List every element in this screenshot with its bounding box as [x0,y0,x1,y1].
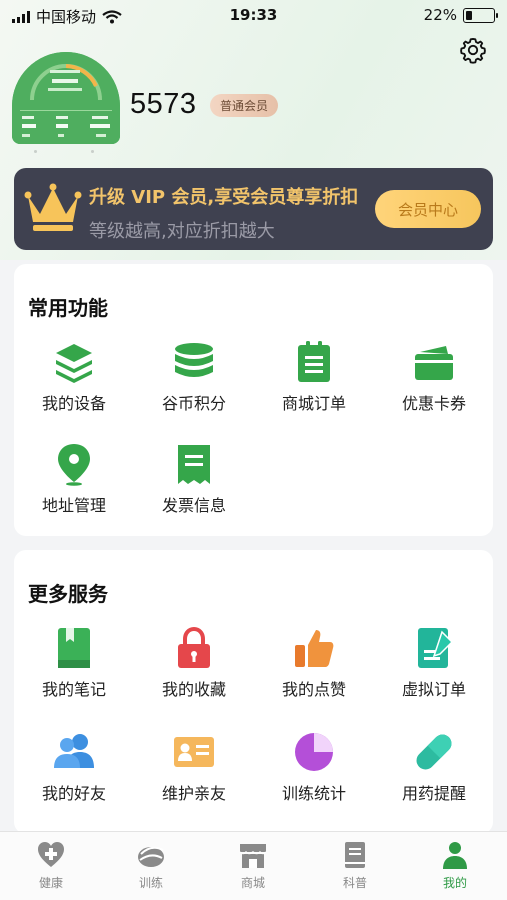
person-icon [443,842,467,869]
location-pin-icon [58,444,90,486]
tab-label: 商城 [240,876,265,890]
clipboard-icon [298,341,330,382]
grid-item-label: 谷币积分 [161,394,226,413]
thumbs-up-icon [295,630,334,667]
grid-item-label: 我的设备 [41,394,106,413]
vip-subtitle: 等级越高,对应折扣越大 [89,221,275,242]
grid-item-my-friends[interactable]: 我的好友 [14,730,134,804]
grid-item-label: 优惠卡券 [401,394,466,413]
tab-science[interactable]: 科普 [320,840,390,891]
tab-training[interactable]: 训练 [116,840,186,891]
status-bar: 中国移动 19:33 22% [0,0,507,30]
pie-chart-icon [295,733,333,771]
grid-item-label: 我的笔记 [41,680,106,699]
grid-item-my-likes[interactable]: 我的点赞 [254,626,374,700]
friends-icon [54,734,94,768]
grid-item-label: 维护亲友 [161,784,226,803]
grid-item-mall-orders[interactable]: 商城订单 [254,340,374,414]
more-services-title: 更多服务 [28,582,108,606]
lock-icon [178,626,210,668]
grid-item-my-favorites[interactable]: 我的收藏 [134,626,254,700]
grid-item-my-notes[interactable]: 我的笔记 [14,626,134,700]
username: 5573 [130,88,197,120]
grid-item-invoice-info[interactable]: 发票信息 [134,442,254,516]
grid-item-label: 我的点赞 [281,680,346,699]
common-functions-card: 常用功能 我的设备 谷币积分 商城订单 优惠卡券 地址管理 发票信息 [14,264,493,536]
grid-item-label: 虚拟订单 [401,680,466,699]
crown-icon [24,183,82,231]
vip-banner[interactable]: 升级 VIP 会员,享受会员尊享折扣 等级越高,对应折扣越大 会员中心 [14,168,493,250]
grid-item-coin-points[interactable]: 谷币积分 [134,340,254,414]
more-services-card: 更多服务 我的笔记 我的收藏 我的点赞 虚拟订单 我的好友 维护亲友 训练统计 … [14,550,493,834]
tab-mine[interactable]: 我的 [420,840,490,891]
coins-icon [175,343,213,377]
avatar-dots [34,150,94,153]
gear-icon[interactable] [459,36,487,64]
tab-label: 科普 [342,876,367,890]
grid-item-training-stats[interactable]: 训练统计 [254,730,374,804]
layers-icon [56,344,92,383]
battery-icon [463,7,498,23]
id-card-icon [174,737,214,767]
grid-item-coupons[interactable]: 优惠卡券 [374,340,494,414]
bottom-tab-bar: 健康 训练 商城 科普 我的 [0,831,507,900]
grid-item-my-devices[interactable]: 我的设备 [14,340,134,414]
book-icon [345,842,365,868]
grid-item-virtual-orders[interactable]: 虚拟订单 [374,626,494,700]
health-heart-icon [38,842,64,867]
member-level-badge[interactable]: 普通会员 [210,94,279,117]
training-icon [138,846,164,867]
tab-label: 我的 [442,876,467,890]
document-edit-icon [418,628,454,668]
grid-item-label: 我的好友 [41,784,106,803]
pill-icon [416,734,452,770]
grid-item-label: 发票信息 [161,496,226,515]
receipt-icon [178,445,210,484]
grid-item-label: 用药提醒 [401,784,466,803]
grid-item-maintain-relatives[interactable]: 维护亲友 [134,730,254,804]
grid-item-label: 商城订单 [281,394,346,413]
battery-percent: 22% [423,6,457,24]
tab-health[interactable]: 健康 [16,840,86,891]
grid-item-label: 我的收藏 [161,680,226,699]
status-right: 22% [423,6,498,24]
grid-item-address-management[interactable]: 地址管理 [14,442,134,516]
tab-label: 健康 [38,876,63,890]
wallet-icon [415,346,453,380]
tab-label: 训练 [138,876,163,890]
grid-item-medication-reminder[interactable]: 用药提醒 [374,730,494,804]
notebook-icon [58,628,90,668]
grid-item-label: 地址管理 [41,496,106,515]
grid-item-label: 训练统计 [281,784,346,803]
tab-mall[interactable]: 商城 [218,840,288,891]
store-icon [239,844,267,868]
common-functions-title: 常用功能 [28,296,108,320]
vip-title: 升级 VIP 会员,享受会员尊享折扣 [89,187,359,208]
member-center-button[interactable]: 会员中心 [375,190,481,228]
